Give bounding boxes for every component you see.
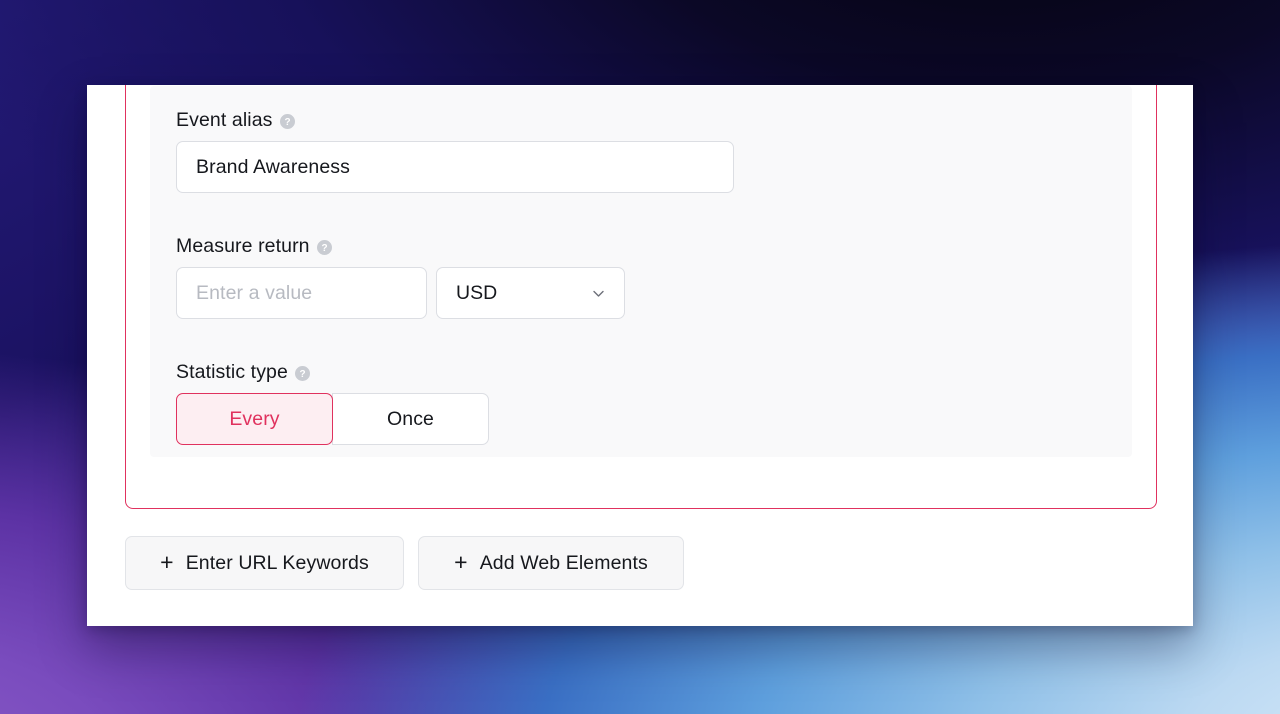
measure-return-label-row: Measure return ?: [176, 234, 625, 258]
field-group-statistic-type: Statistic type ? Every Once: [176, 360, 489, 445]
help-circle-icon[interactable]: ?: [279, 113, 295, 129]
plus-icon: +: [454, 548, 468, 575]
svg-text:?: ?: [321, 243, 327, 254]
help-circle-icon[interactable]: ?: [294, 365, 310, 381]
event-alias-label: Event alias: [176, 109, 273, 131]
event-settings-panel: Event alias ? Brand Awareness Measure re…: [150, 86, 1132, 457]
help-circle-icon[interactable]: ?: [316, 239, 332, 255]
event-alias-label-row: Event alias ?: [176, 108, 734, 132]
enter-url-keywords-label: Enter URL Keywords: [185, 551, 369, 574]
measure-return-label: Measure return: [176, 235, 310, 257]
statistic-type-label: Statistic type: [176, 361, 288, 383]
field-group-measure-return: Measure return ? Enter a value USD: [176, 234, 625, 319]
add-web-elements-button[interactable]: + Add Web Elements: [418, 536, 684, 590]
add-web-elements-label: Add Web Elements: [479, 551, 648, 574]
currency-select-value: USD: [456, 281, 498, 304]
svg-text:?: ?: [299, 369, 305, 380]
statistic-type-option-once[interactable]: Once: [332, 393, 489, 445]
statistic-type-option-every[interactable]: Every: [176, 393, 333, 445]
app-window: Event alias ? Brand Awareness Measure re…: [87, 85, 1193, 626]
chevron-down-icon: [590, 285, 607, 302]
action-button-row: + Enter URL Keywords + Add Web Elements: [125, 536, 684, 590]
plus-icon: +: [160, 548, 174, 575]
enter-url-keywords-button[interactable]: + Enter URL Keywords: [125, 536, 404, 590]
field-group-event-alias: Event alias ? Brand Awareness: [176, 108, 734, 193]
measure-return-input-row: Enter a value USD: [176, 267, 625, 319]
statistic-type-label-row: Statistic type ?: [176, 360, 489, 384]
event-alias-input[interactable]: Brand Awareness: [176, 141, 734, 193]
currency-select[interactable]: USD: [436, 267, 625, 319]
statistic-type-segmented-control: Every Once: [176, 393, 489, 445]
event-settings-card: Event alias ? Brand Awareness Measure re…: [125, 85, 1157, 509]
measure-return-value-input[interactable]: Enter a value: [176, 267, 427, 319]
svg-text:?: ?: [284, 117, 290, 128]
